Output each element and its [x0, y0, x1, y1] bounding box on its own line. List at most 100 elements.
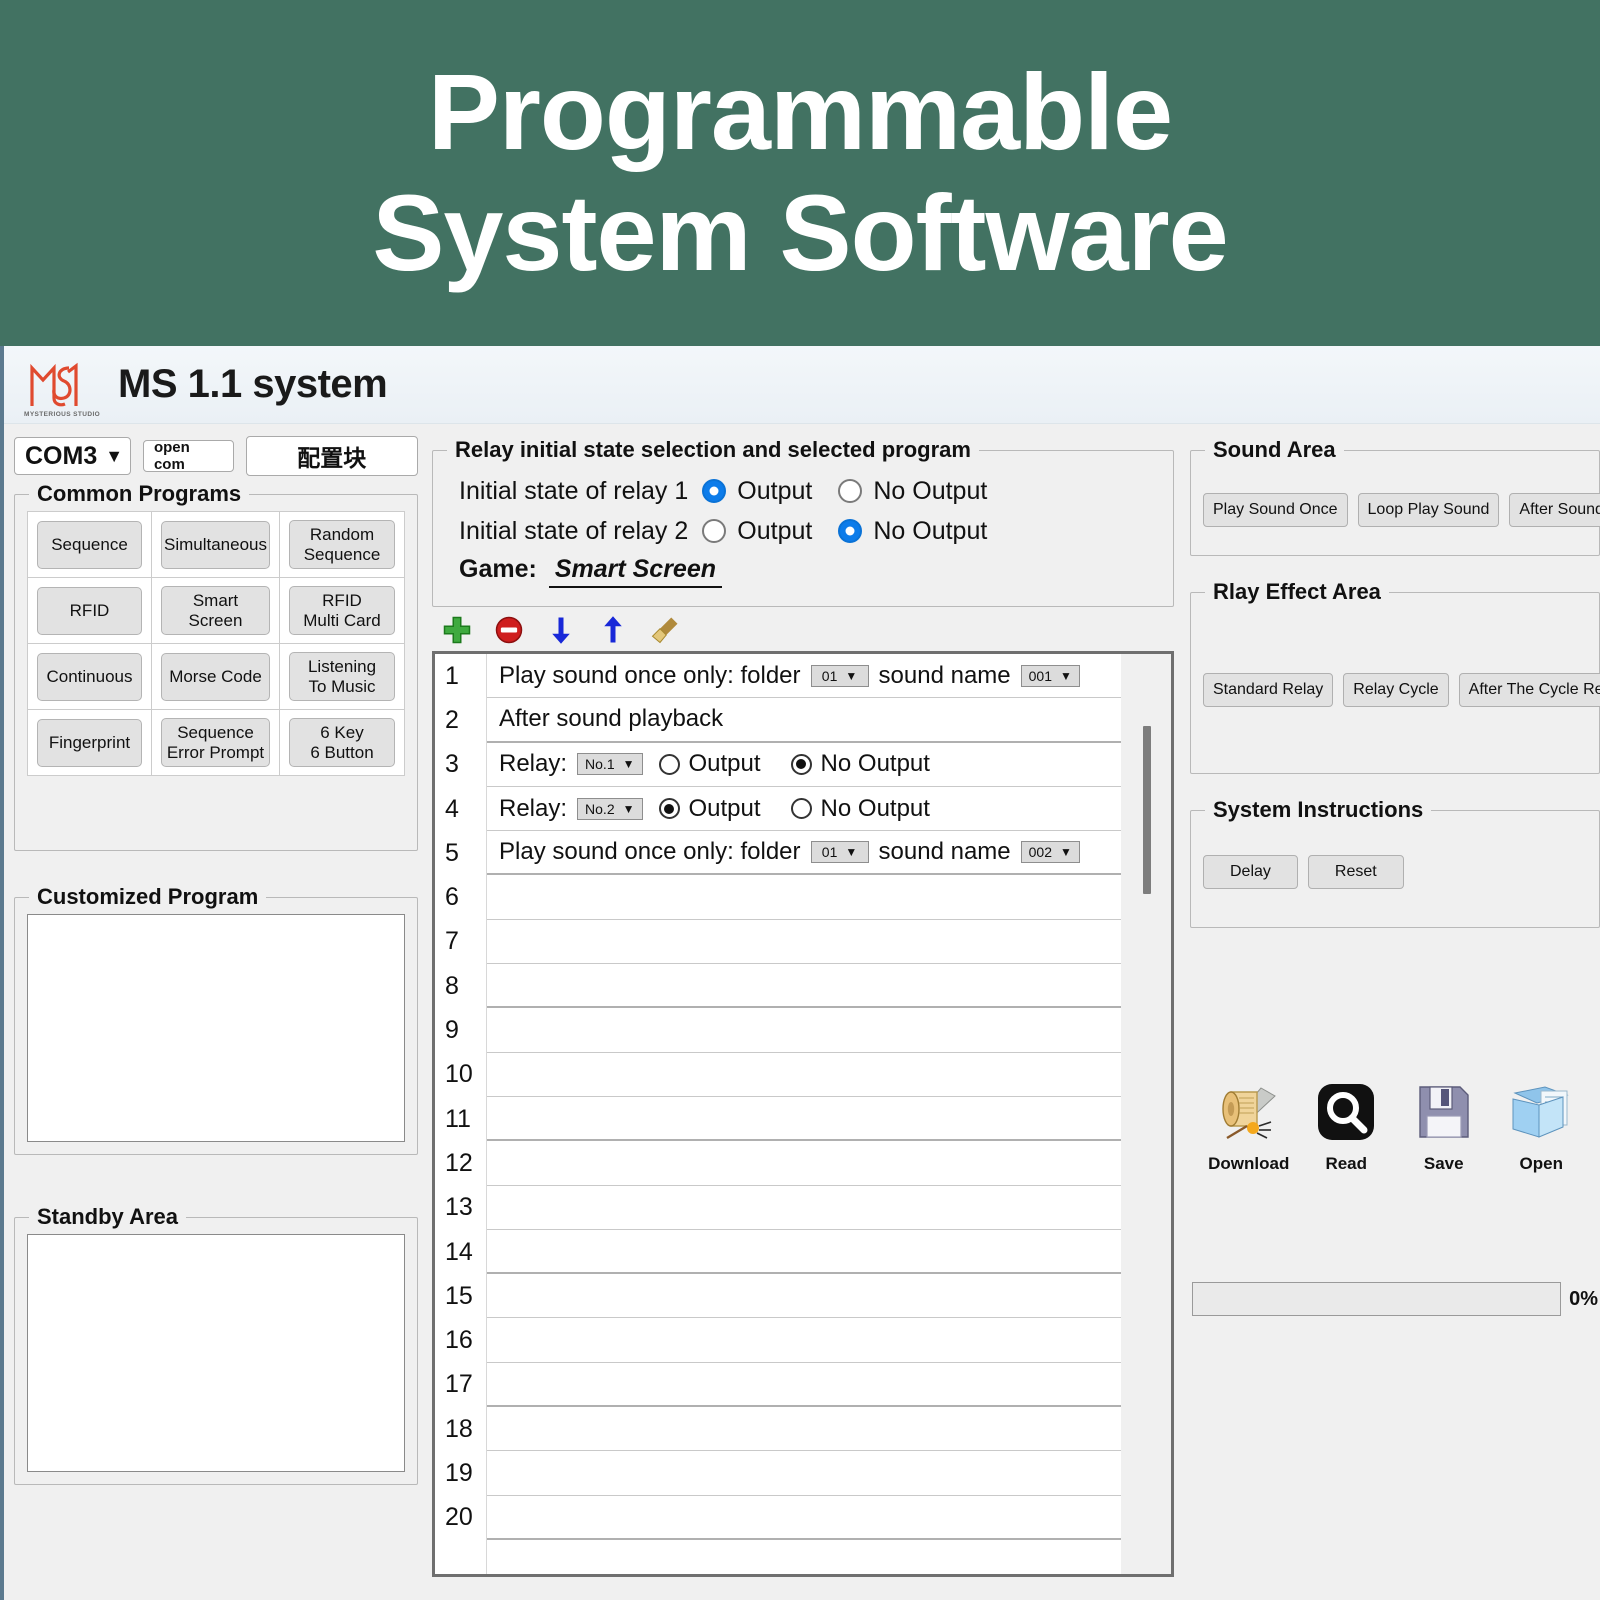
program-button-smart-screen[interactable]: Smart Screen: [160, 586, 270, 636]
read-action[interactable]: Read: [1300, 1076, 1392, 1174]
list-item[interactable]: [487, 1230, 1121, 1275]
list-item[interactable]: [487, 1274, 1121, 1319]
play-sound-once-button[interactable]: Play Sound Once: [1203, 493, 1348, 527]
scrollbar-thumb[interactable]: [1143, 726, 1151, 894]
list-item[interactable]: [487, 1008, 1121, 1053]
banner-title-line1: Programmable: [427, 51, 1173, 173]
open-com-button[interactable]: open com: [142, 439, 234, 473]
relay2-output-radio[interactable]: [702, 519, 727, 543]
relay2-output-option[interactable]: Output: [702, 517, 812, 546]
customized-program-list[interactable]: [27, 914, 405, 1143]
list-item[interactable]: Play sound once only: folder 01 ▼ sound …: [487, 831, 1121, 876]
program-button-morse-code[interactable]: Morse Code: [160, 652, 270, 701]
row3-output-radio[interactable]: [658, 753, 680, 775]
row-number: 19: [445, 1458, 473, 1487]
program-list[interactable]: 1 2 3 4 5 6 7 8 9 10 11 12 13 14 15 16 1: [432, 651, 1174, 1577]
standby-area-list[interactable]: [27, 1234, 405, 1473]
list-item[interactable]: [487, 1451, 1121, 1496]
relay2-no-output-option[interactable]: No Output: [838, 517, 987, 546]
download-action[interactable]: Download: [1203, 1076, 1295, 1174]
relay1-output-radio[interactable]: [702, 479, 727, 503]
move-up-icon[interactable]: [598, 615, 628, 645]
relay2-no-output-radio[interactable]: [838, 519, 863, 543]
com-port-select[interactable]: COM3 ▼: [14, 437, 131, 475]
chevron-down-icon: ▼: [622, 801, 635, 816]
program-button-sequence[interactable]: Sequence: [37, 520, 142, 569]
add-icon[interactable]: [442, 615, 472, 645]
list-item[interactable]: Relay: No.1 ▼ Output No Output: [487, 743, 1121, 787]
save-label: Save: [1423, 1154, 1464, 1173]
relay1-label: Initial state of relay 1: [459, 476, 689, 505]
program-button-fingerprint[interactable]: Fingerprint: [37, 718, 142, 767]
delete-icon[interactable]: [494, 615, 524, 645]
save-action[interactable]: Save: [1398, 1076, 1490, 1174]
reset-button[interactable]: Reset: [1307, 855, 1404, 889]
common-programs-spacer: [27, 776, 405, 838]
common-programs-legend: Common Programs: [29, 481, 250, 507]
relay1-output-option[interactable]: Output: [702, 477, 812, 506]
game-value[interactable]: Smart Screen: [548, 555, 723, 588]
list-item[interactable]: [487, 1318, 1121, 1363]
relay1-no-output-option[interactable]: No Output: [838, 477, 987, 506]
row5-sound-select[interactable]: 002 ▼: [1020, 841, 1080, 864]
row3-no-output-radio[interactable]: [790, 753, 812, 775]
row4-relay-select[interactable]: No.2 ▼: [577, 797, 643, 820]
program-button-rfid[interactable]: RFID: [37, 586, 142, 635]
list-item[interactable]: Play sound once only: folder 01 ▼ sound …: [487, 654, 1121, 699]
standard-relay-button[interactable]: Standard Relay: [1203, 673, 1334, 707]
program-button-simultaneous[interactable]: Simultaneous: [160, 520, 270, 569]
list-item[interactable]: [487, 964, 1121, 1009]
row4-output-radio[interactable]: [658, 798, 680, 820]
row1-sound-select[interactable]: 001 ▼: [1020, 664, 1080, 687]
chevron-down-icon: ▼: [1059, 845, 1072, 860]
program-button-listening-to-music[interactable]: Listening To Music: [289, 652, 395, 702]
program-cell: Random Sequence: [280, 512, 404, 579]
delay-button[interactable]: Delay: [1203, 855, 1298, 889]
row-number: 8: [445, 971, 459, 1000]
program-button-sequence-error-prompt[interactable]: Sequence Error Prompt: [160, 718, 270, 768]
download-icon-wrap: [1203, 1076, 1295, 1148]
after-sound-play-button[interactable]: After Sound Play: [1509, 493, 1600, 527]
game-label: Game:: [459, 555, 537, 583]
row-number: 7: [445, 927, 459, 956]
list-item[interactable]: After sound playback: [487, 698, 1121, 743]
list-item[interactable]: [487, 875, 1121, 920]
app-logo: MYSTERIOUS STUDIO: [24, 354, 100, 418]
list-item[interactable]: [487, 1053, 1121, 1097]
config-block-button[interactable]: 配置块: [245, 436, 419, 476]
list-item[interactable]: [487, 1097, 1121, 1142]
relay-cycle-button[interactable]: Relay Cycle: [1343, 673, 1449, 707]
list-item[interactable]: [487, 1363, 1121, 1408]
loop-play-sound-button[interactable]: Loop Play Sound: [1357, 493, 1500, 527]
program-button-continuous[interactable]: Continuous: [37, 652, 142, 701]
list-item[interactable]: Relay: No.2 ▼ Output No Output: [487, 787, 1121, 832]
row3-output-option[interactable]: Output: [658, 750, 761, 778]
row4-no-output-radio[interactable]: [790, 798, 812, 820]
row1-text-middle: sound name: [878, 661, 1011, 689]
relay1-no-output-radio[interactable]: [838, 479, 863, 503]
list-item[interactable]: [487, 1407, 1121, 1452]
program-button-rfid-multi-card[interactable]: RFID Multi Card: [289, 586, 395, 636]
row-number: 9: [445, 1016, 459, 1045]
row1-folder-select[interactable]: 01 ▼: [810, 664, 869, 687]
row4-no-output-option[interactable]: No Output: [790, 795, 930, 823]
banner-title: Programmable System Software: [372, 51, 1228, 294]
row3-no-output-option[interactable]: No Output: [790, 750, 930, 778]
row3-relay-select[interactable]: No.1 ▼: [577, 753, 643, 776]
list-item[interactable]: [487, 1186, 1121, 1230]
row5-folder-select[interactable]: 01 ▼: [810, 841, 869, 864]
list-item[interactable]: [487, 1141, 1121, 1186]
after-the-cycle-relay-button[interactable]: After The Cycle Relay: [1458, 673, 1600, 707]
row4-output-option[interactable]: Output: [658, 794, 761, 823]
program-list-scrollbar[interactable]: [1121, 654, 1171, 1574]
customized-program-group: Customized Program: [14, 884, 418, 1156]
move-down-icon[interactable]: [546, 615, 576, 645]
program-button-random-sequence[interactable]: Random Sequence: [289, 520, 395, 570]
open-action[interactable]: Open: [1495, 1076, 1587, 1174]
clear-broom-icon[interactable]: [650, 615, 680, 645]
selected-game-row: Game: Smart Screen: [459, 555, 1161, 594]
row4-output-label: Output: [688, 794, 761, 822]
program-button-6-key-6-button[interactable]: 6 Key 6 Button: [289, 718, 395, 768]
list-item[interactable]: [487, 920, 1121, 965]
list-item[interactable]: [487, 1496, 1121, 1540]
